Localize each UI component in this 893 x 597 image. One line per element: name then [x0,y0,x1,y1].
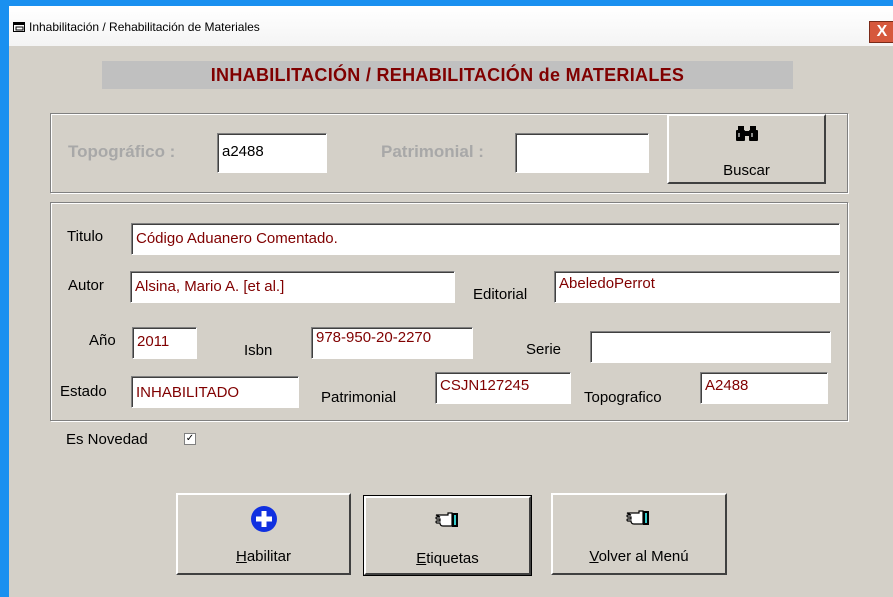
habilitar-label: Habilitar [235,548,292,565]
page-title-banner: INHABILITACIÓN / REHABILITACIÓN de MATER… [102,61,793,89]
binoculars-icon [669,124,824,147]
close-button[interactable]: X [869,21,893,43]
autor-label: Autor [68,277,104,294]
editorial-label: Editorial [473,286,528,303]
patrimonial-field[interactable]: CSJN127245 [435,372,571,404]
window-title: Inhabilitación / Rehabilitación de Mater… [29,20,260,34]
buscar-label: Buscar [723,162,770,179]
volver-menu-button[interactable]: Volver al Menú [551,493,727,575]
patrimonial-search-input[interactable] [515,133,649,173]
topografico-field[interactable]: A2488 [700,372,828,404]
isbn-field[interactable]: 978-950-20-2270 [311,327,473,359]
etiquetas-button[interactable]: Etiquetas [363,495,532,576]
patrimonial-label: Patrimonial [321,389,397,406]
topografico-search-label: Topográfico : [68,142,176,161]
es-novedad-label: Es Novedad [66,431,148,448]
habilitar-button[interactable]: Habilitar [176,493,351,575]
patrimonial-search-label: Patrimonial : [381,142,484,161]
plus-circle-icon [178,505,349,538]
check-icon: ✓ [185,433,195,444]
serie-label: Serie [526,341,562,358]
titulo-label: Titulo [67,228,104,245]
pointing-hand-icon [366,511,529,534]
close-icon: X [876,23,888,40]
volver-menu-label: Volver al Menú [589,548,689,565]
anio-label: Año [89,332,116,349]
title-bar[interactable]: Inhabilitación / Rehabilitación de Mater… [9,6,893,46]
estado-field[interactable]: INHABILITADO [131,376,299,408]
titulo-field[interactable]: Código Aduanero Comentado. [131,223,840,255]
desktop-background-left [0,0,9,597]
app-window: Inhabilitación / Rehabilitación de Mater… [9,6,893,597]
es-novedad-checkbox[interactable]: ✓ [184,433,196,445]
serie-field[interactable] [590,331,831,363]
page-title: INHABILITACIÓN / REHABILITACIÓN de MATER… [210,65,685,85]
topografico-label: Topografico [584,389,662,406]
topografico-search-input[interactable]: a2488 [217,133,327,173]
isbn-label: Isbn [244,342,273,359]
anio-field[interactable]: 2011 [132,327,197,359]
estado-label: Estado [60,383,107,400]
autor-field[interactable]: Alsina, Mario A. [et al.] [130,271,455,303]
editorial-field[interactable]: AbeledoPerrot [554,271,840,303]
window-icon [13,22,25,32]
buscar-button[interactable]: Buscar [667,114,826,184]
etiquetas-label: Etiquetas [416,550,479,567]
pointing-hand-icon [553,509,725,532]
